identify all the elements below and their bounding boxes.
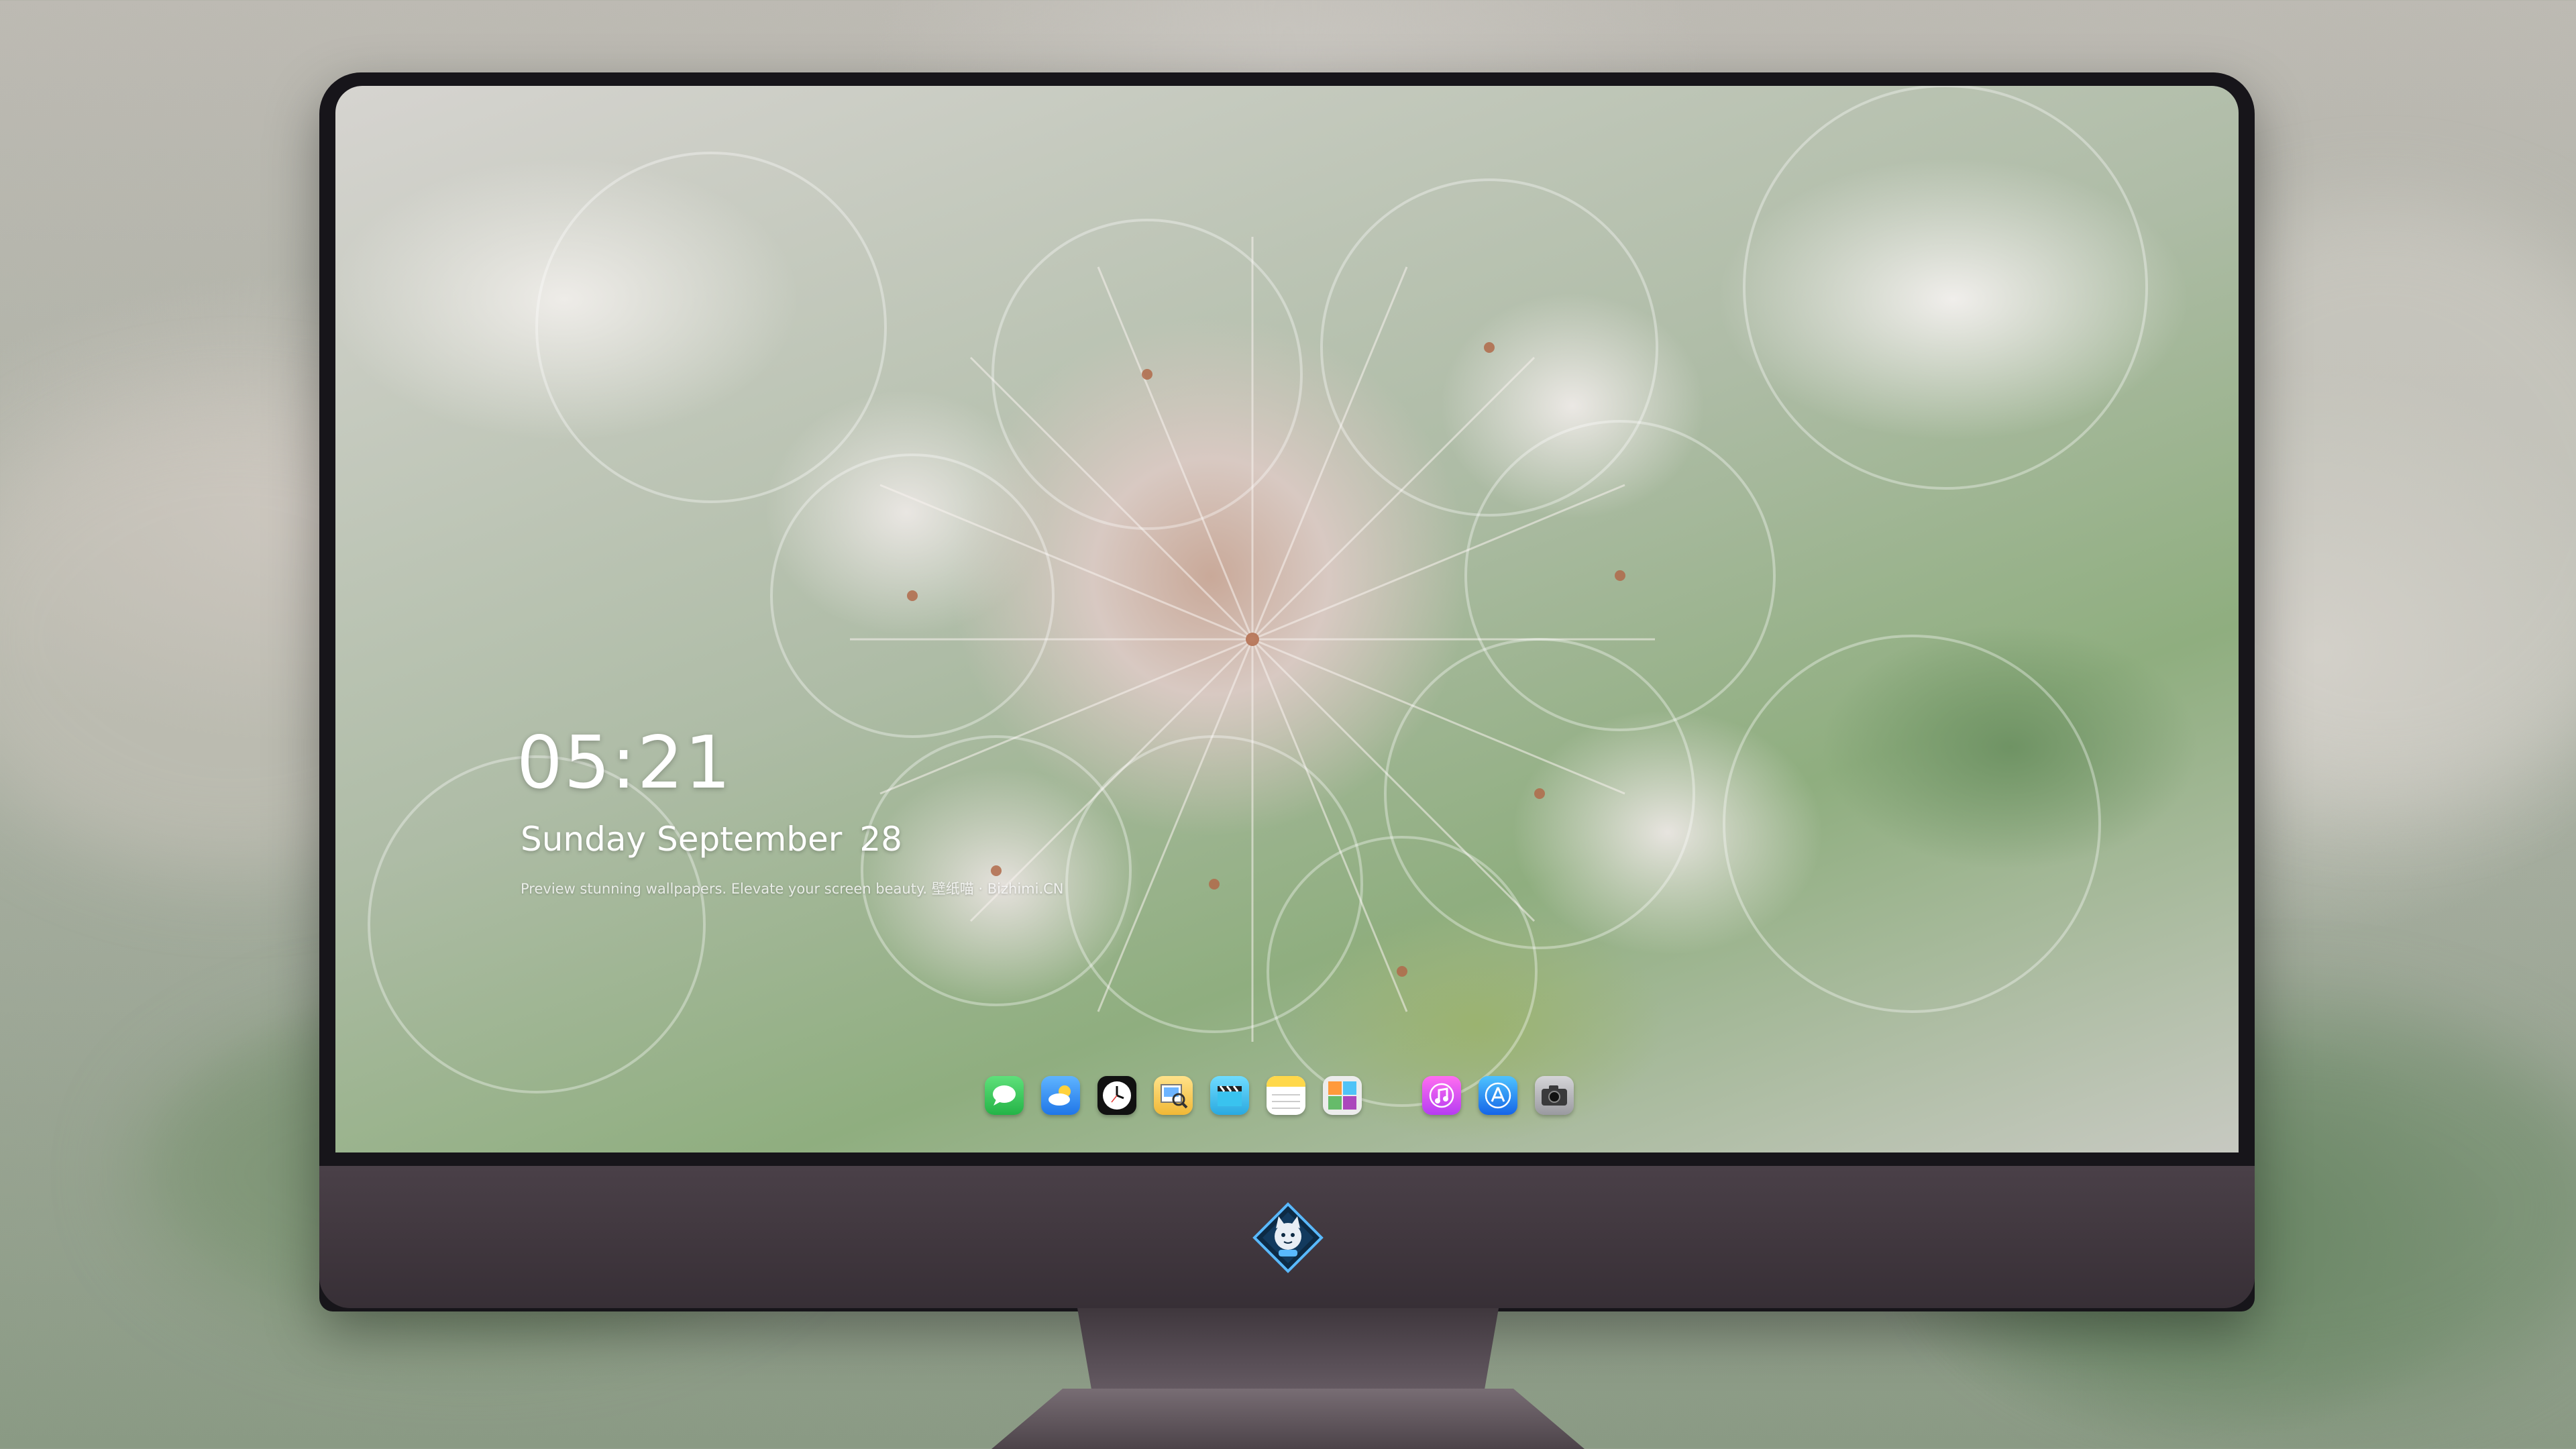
preview-icon[interactable] bbox=[1154, 1076, 1193, 1115]
notes-icon[interactable] bbox=[1267, 1076, 1305, 1115]
wallpaper-caption: Preview stunning wallpapers. Elevate you… bbox=[521, 881, 1064, 897]
weather-icon[interactable] bbox=[1041, 1076, 1080, 1115]
app-store-icon[interactable] bbox=[1479, 1076, 1517, 1115]
date-weekday-month: Sunday September bbox=[521, 820, 843, 859]
cat-emblem-logo bbox=[1252, 1201, 1324, 1274]
clapperboard-icon[interactable] bbox=[1210, 1076, 1249, 1115]
messages-icon[interactable] bbox=[985, 1076, 1024, 1115]
clock-icon[interactable] bbox=[1097, 1076, 1136, 1115]
monitor-stand-base bbox=[991, 1389, 1585, 1449]
music-note-icon[interactable] bbox=[1422, 1076, 1461, 1115]
date-day: 28 bbox=[859, 820, 902, 859]
dandelion-wallpaper bbox=[368, 86, 2148, 1107]
camera-icon[interactable] bbox=[1535, 1076, 1574, 1115]
dock bbox=[976, 1076, 1582, 1115]
lock-screen-time: 05:21 bbox=[517, 721, 733, 805]
lock-screen: 05:21 Sunday September 28 Preview stunnin… bbox=[335, 86, 2239, 1152]
lock-screen-date: Sunday September 28 bbox=[521, 822, 902, 856]
photo-collage-icon[interactable] bbox=[1323, 1076, 1362, 1115]
